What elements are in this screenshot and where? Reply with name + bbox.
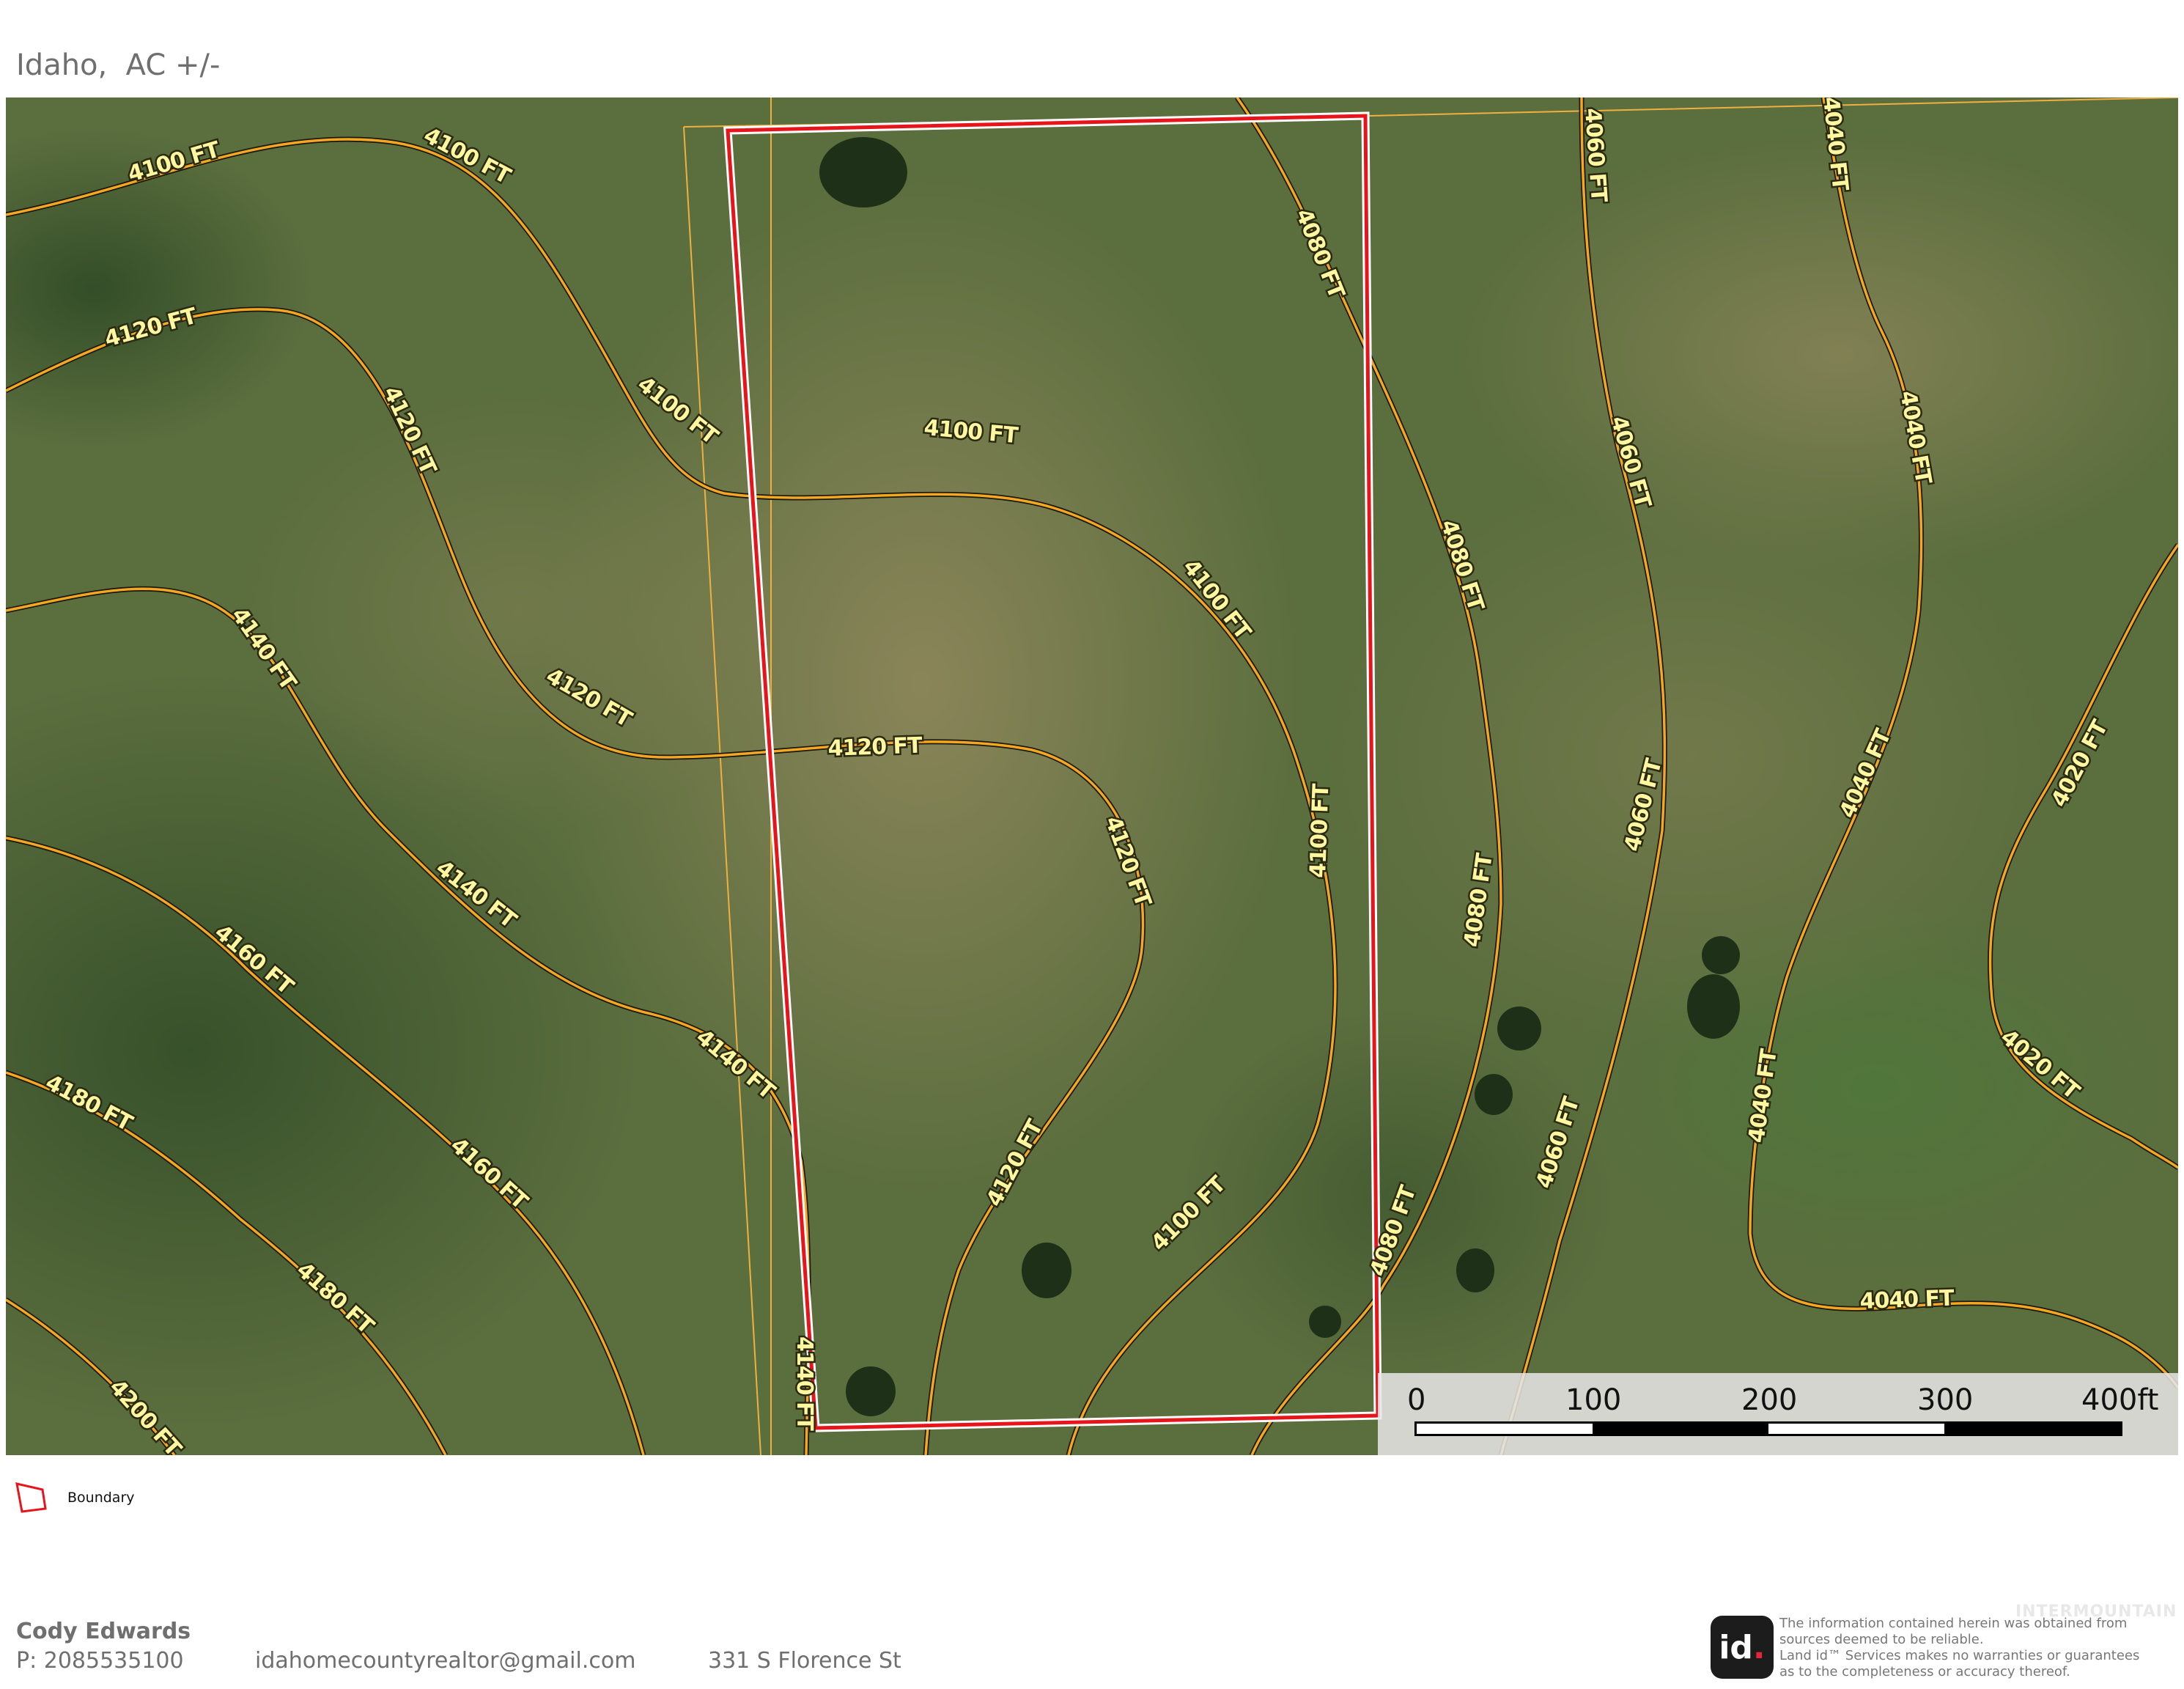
legend-label-boundary: Boundary — [67, 1490, 135, 1506]
contour-label: 4120 FT — [827, 732, 923, 761]
logo-dot: . — [1752, 1628, 1766, 1666]
scale-label-400ft: 400ft — [2081, 1383, 2159, 1417]
scale-label-300: 300 — [1917, 1383, 1974, 1417]
scale-bar: 0 100 200 300 400ft — [1378, 1373, 2178, 1455]
topographic-map[interactable]: 4100 FT 4100 FT 4100 FT 4100 FT 4100 FT … — [6, 97, 2178, 1455]
contour-label: 4040 FT — [1859, 1285, 1955, 1314]
disclaimer-text: The information contained herein was obt… — [1779, 1616, 2140, 1679]
agent-phone: P: 2085535100 — [16, 1648, 184, 1674]
agent-name: Cody Edwards — [16, 1619, 191, 1644]
land-id-logo: id. — [1711, 1616, 1774, 1679]
logo-text: id — [1719, 1628, 1753, 1666]
scale-bar-graphic — [1414, 1421, 2122, 1436]
scale-label-0: 0 — [1407, 1383, 1426, 1417]
map-canvas: 4100 FT 4100 FT 4100 FT 4100 FT 4100 FT … — [6, 97, 2178, 1455]
boundary-polygon-icon — [15, 1482, 47, 1513]
scale-label-200: 200 — [1741, 1383, 1798, 1417]
agent-email[interactable]: idahomecountyrealtor@gmail.com — [255, 1648, 635, 1674]
map-title: Idaho, AC +/- — [16, 48, 221, 82]
map-legend: Boundary — [15, 1481, 135, 1515]
scale-label-100: 100 — [1565, 1383, 1622, 1417]
contour-label: 4100 FT — [1305, 783, 1334, 879]
contour-label: 4140 FT — [792, 1336, 817, 1431]
agent-address: 331 S Florence St — [708, 1648, 901, 1674]
